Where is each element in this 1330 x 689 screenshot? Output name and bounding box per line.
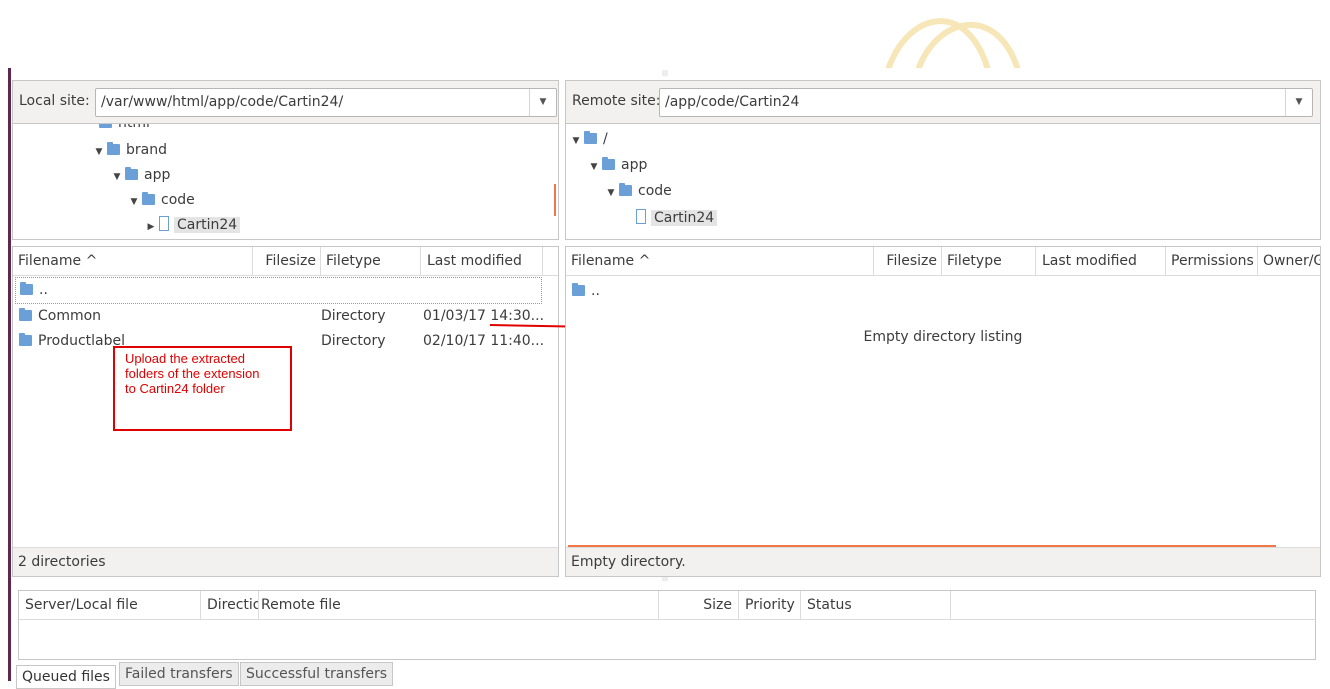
splitter-grip[interactable]: ||| <box>660 576 670 582</box>
column-filetype[interactable]: Filetype <box>942 247 1036 275</box>
chevron-down-icon[interactable]: ▼ <box>529 89 556 116</box>
column-filesize[interactable]: Filesize <box>874 247 942 275</box>
queue-header: Server/Local file Directio Remote file S… <box>19 591 1315 620</box>
annotation-line: to Cartin24 folder <box>125 381 225 396</box>
tree-node-brand[interactable]: ▼ brand <box>91 138 167 162</box>
annotation-line: Upload the extracted <box>125 351 245 366</box>
tree-node-app[interactable]: ▼ app <box>109 163 170 187</box>
folder-icon <box>125 167 138 180</box>
annotation-box: Upload the extracted folders of the exte… <box>113 346 292 431</box>
row-filename: .. <box>591 283 600 299</box>
tree-node-label: Cartin24 <box>651 210 718 226</box>
table-row-parent[interactable]: .. <box>566 279 1320 304</box>
column-direction[interactable]: Directio <box>201 591 259 619</box>
remote-site-path-combo[interactable]: /app/code/Cartin24 ▼ <box>659 88 1313 117</box>
folder-open-icon <box>159 216 169 231</box>
tree-node-app[interactable]: ▼ app <box>586 153 647 177</box>
local-site-tree-panel: Local site: /var/www/html/app/code/Carti… <box>12 80 559 240</box>
local-site-path[interactable]: /var/www/html/app/code/Cartin24/ <box>101 94 343 110</box>
column-remote-file[interactable]: Remote file <box>259 591 659 619</box>
folder-icon <box>19 308 32 321</box>
expanded-triangle-icon[interactable]: ▼ <box>603 181 619 205</box>
table-row[interactable]: Common Directory 01/03/17 14:30... <box>13 304 558 329</box>
column-permissions[interactable]: Permissions <box>1166 247 1258 275</box>
column-owner-group[interactable]: Owner/G <box>1258 247 1320 275</box>
chevron-down-icon[interactable]: ▼ <box>1285 89 1312 116</box>
tree-node-root[interactable]: ▼ / <box>568 127 608 151</box>
tree-node-html[interactable]: html <box>83 124 150 135</box>
row-filetype: Directory <box>321 333 386 349</box>
local-site-label: Local site: <box>19 93 90 109</box>
column-filesize[interactable]: Filesize <box>253 247 321 275</box>
expanded-triangle-icon[interactable]: ▼ <box>91 140 107 164</box>
tree-node-code[interactable]: ▼ code <box>603 179 672 203</box>
table-row-parent[interactable]: .. <box>15 277 542 304</box>
splitter-grip[interactable]: ||| <box>660 71 670 77</box>
column-filename[interactable]: Filename ^ <box>566 247 874 275</box>
folder-icon <box>572 283 585 296</box>
expanded-triangle-icon[interactable]: ▼ <box>586 155 602 179</box>
column-last-modified[interactable]: Last modified <box>421 247 543 275</box>
expanded-triangle-icon[interactable]: ▼ <box>126 190 142 214</box>
tree-node-label: code <box>161 192 195 208</box>
tree-scrollbar[interactable] <box>554 184 556 216</box>
column-last-modified[interactable]: Last modified <box>1036 247 1166 275</box>
expanded-triangle-icon[interactable]: ▼ <box>109 165 125 189</box>
tab-failed-transfers[interactable]: Failed transfers <box>119 662 239 686</box>
column-server-local-file[interactable]: Server/Local file <box>19 591 201 619</box>
column-priority[interactable]: Priority <box>739 591 801 619</box>
row-filename: Common <box>38 308 102 324</box>
expanded-triangle-icon[interactable]: ▼ <box>568 129 584 153</box>
remote-file-list-header: Filename ^ Filesize Filetype Last modifi… <box>566 247 1320 276</box>
column-filetype[interactable]: Filetype <box>321 247 421 275</box>
window-left-edge <box>8 68 11 681</box>
collapsed-triangle-icon[interactable]: ▶ <box>143 215 159 237</box>
remote-file-list-panel: Filename ^ Filesize Filetype Last modifi… <box>565 246 1321 577</box>
tab-queued-files[interactable]: Queued files <box>16 665 116 689</box>
local-status-bar: 2 directories <box>13 547 558 576</box>
local-site-path-combo[interactable]: /var/www/html/app/code/Cartin24/ ▼ <box>95 88 557 117</box>
remote-site-tree-panel: Remote site: /app/code/Cartin24 ▼ ▼ / ▼ ap… <box>565 80 1321 240</box>
folder-icon <box>142 192 155 205</box>
tree-node-label: Cartin24 <box>174 217 241 233</box>
tree-node-label: / <box>603 131 608 147</box>
tree-node-label: code <box>638 183 672 199</box>
logo-arcs-icon <box>878 0 1048 68</box>
folder-open-icon <box>636 209 646 224</box>
transfer-queue: Server/Local file Directio Remote file S… <box>18 590 1316 660</box>
tree-node-label: brand <box>126 142 167 158</box>
folder-icon <box>107 142 120 155</box>
folder-icon <box>584 131 597 144</box>
row-filename: Productlabel <box>38 333 126 349</box>
tree-node-label: app <box>621 157 648 173</box>
annotation-line: folders of the extension <box>125 366 260 381</box>
local-site-bar: Local site: /var/www/html/app/code/Carti… <box>13 81 558 124</box>
tree-node-label: html <box>118 124 150 131</box>
row-filename: .. <box>39 282 48 298</box>
local-file-list-header: Filename ^ Filesize Filetype Last modifi… <box>13 247 558 276</box>
remote-site-label: Remote site: <box>572 93 661 109</box>
remote-site-bar: Remote site: /app/code/Cartin24 ▼ <box>566 81 1320 124</box>
tree-node-code[interactable]: ▼ code <box>126 188 195 212</box>
remote-site-path[interactable]: /app/code/Cartin24 <box>665 94 799 110</box>
folder-icon <box>619 183 632 196</box>
tree-node-label: app <box>144 167 171 183</box>
remote-directory-tree[interactable]: ▼ / ▼ app ▼ code Cartin24 <box>566 124 1320 237</box>
column-size[interactable]: Size <box>659 591 739 619</box>
folder-icon <box>19 333 32 346</box>
tab-successful-transfers[interactable]: Successful transfers <box>240 662 394 686</box>
folder-icon <box>602 157 615 170</box>
folder-icon <box>99 124 112 128</box>
local-directory-tree[interactable]: html ▼brand ▼app ▼code ▶Cartin24 <box>13 124 558 237</box>
row-filetype: Directory <box>321 308 386 324</box>
remote-status-bar: Empty directory. <box>566 547 1320 576</box>
column-filename[interactable]: Filename ^ <box>13 247 253 275</box>
empty-listing-message: Empty directory listing <box>863 329 1023 345</box>
tree-node-cartin24[interactable]: Cartin24 <box>636 206 718 230</box>
column-status[interactable]: Status <box>801 591 951 619</box>
tree-node-cartin24[interactable]: ▶ Cartin24 <box>143 213 241 237</box>
folder-icon <box>20 282 33 295</box>
